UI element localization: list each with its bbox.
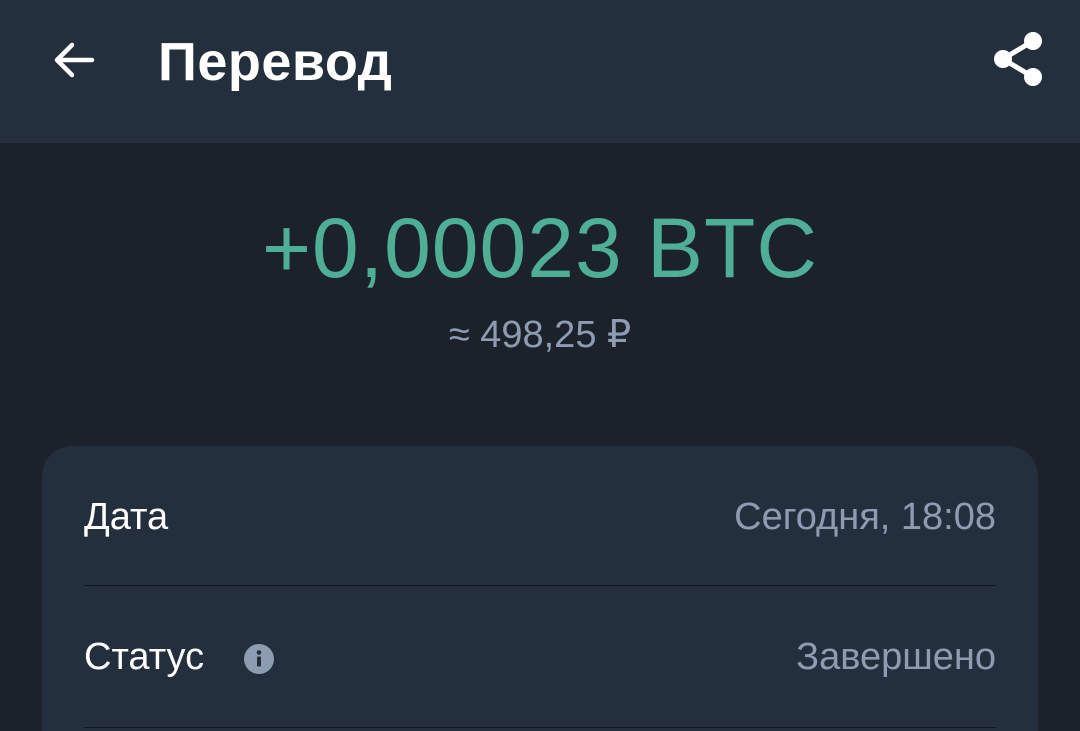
page-title: Перевод (158, 32, 393, 92)
transaction-amount: +0,00023 BTC (261, 201, 819, 295)
transaction-details-screen: Перевод +0,00023 BTC ≈ 498,25 ₽ Дата Сег… (0, 0, 1080, 731)
status-value: Завершено (796, 636, 996, 678)
detail-row-status: Статус Завершено (84, 586, 996, 728)
fiat-equivalent: ≈ 498,25 ₽ (448, 314, 632, 356)
back-button[interactable] (40, 26, 108, 94)
share-icon (994, 32, 1042, 86)
detail-row-date: Дата Сегодня, 18:08 (84, 446, 996, 586)
details-card: Дата Сегодня, 18:08 Статус Завершено (42, 446, 1038, 731)
date-label: Дата (84, 496, 169, 538)
info-icon[interactable] (244, 644, 274, 674)
status-label: Статус (84, 636, 205, 678)
top-app-bar: Перевод (0, 0, 1080, 143)
arrow-left-icon (54, 42, 95, 78)
share-button[interactable] (984, 24, 1052, 92)
date-value: Сегодня, 18:08 (734, 496, 996, 538)
